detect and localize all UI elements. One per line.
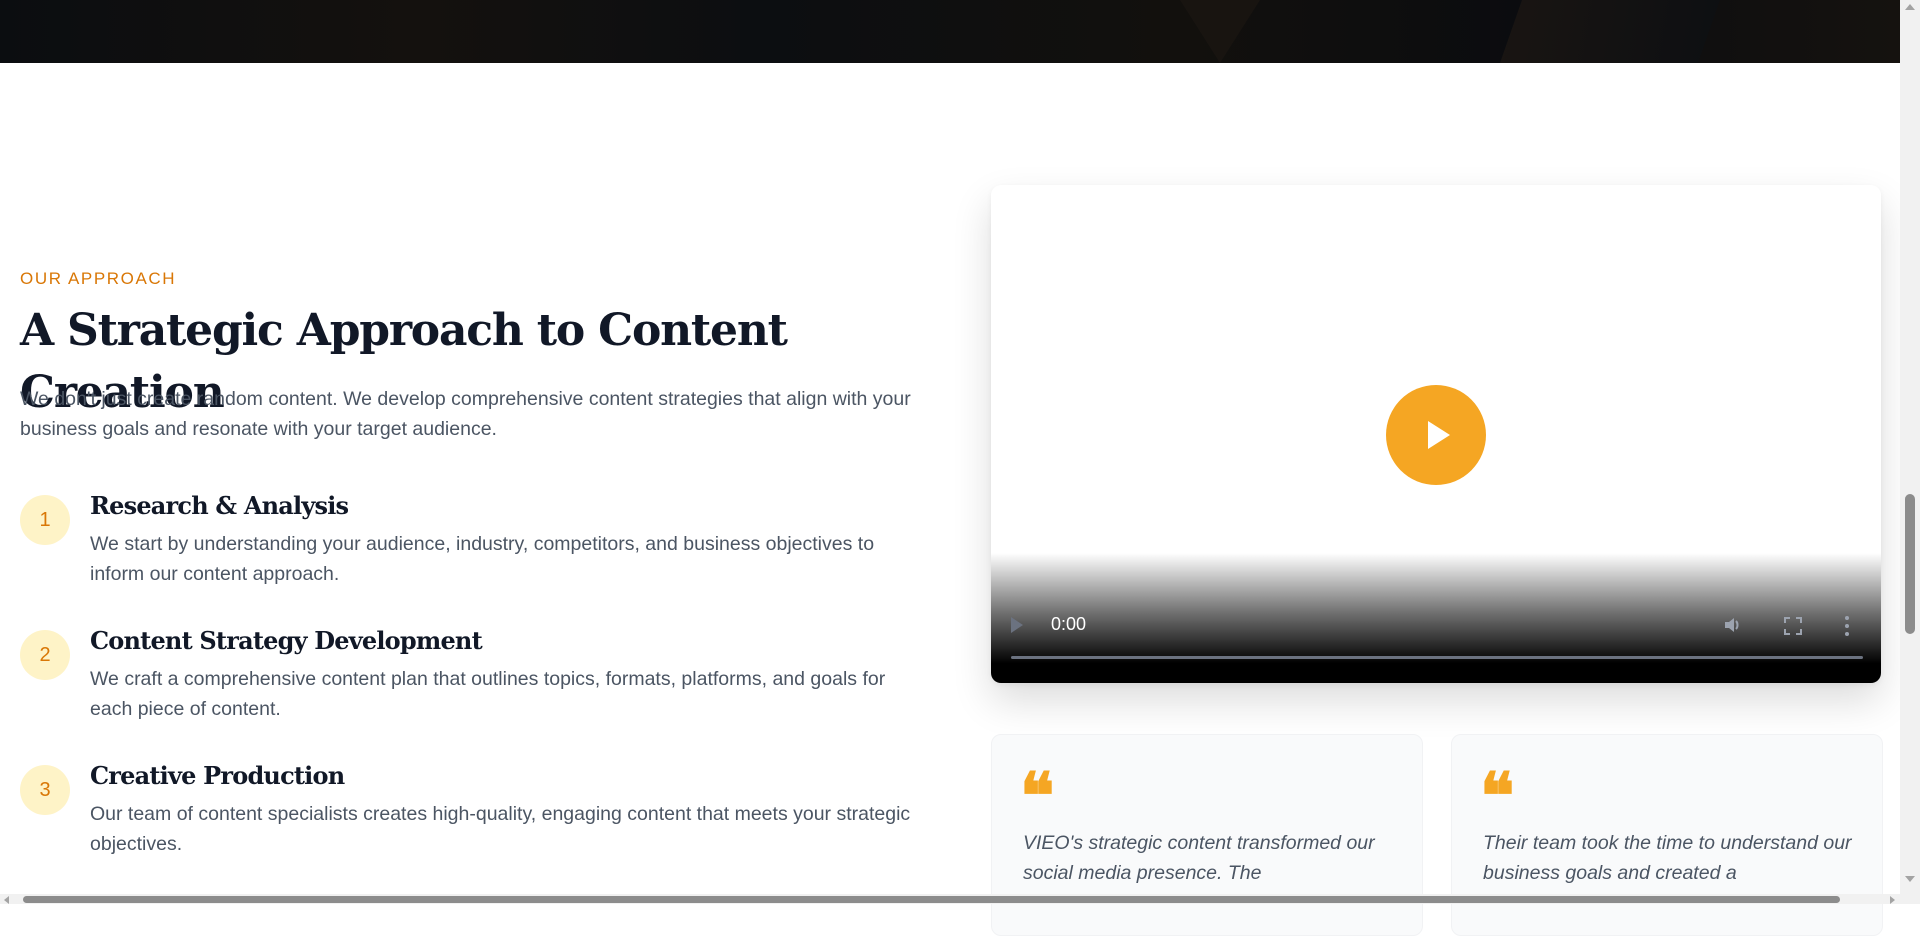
video-progress-bar[interactable]: [1011, 656, 1863, 659]
section-intro: We don't just create random content. We …: [20, 388, 911, 440]
scroll-up-icon[interactable]: [1905, 4, 1915, 10]
video-current-time: 0:00: [1051, 614, 1087, 634]
fullscreen-icon[interactable]: [1784, 617, 1802, 635]
step-number-badge: 1: [20, 495, 70, 545]
step-title: Research & Analysis: [90, 491, 349, 520]
step-description: We craft a comprehensive content plan th…: [90, 668, 886, 720]
play-icon: [1428, 421, 1450, 449]
testimonial-card: ❝ Their team took the time to understand…: [1451, 734, 1883, 936]
scroll-right-icon[interactable]: [1890, 896, 1895, 904]
testimonial-card: ❝ VIEO's strategic content transformed o…: [991, 734, 1423, 936]
volume-icon[interactable]: [1722, 615, 1742, 635]
scrollbar-thumb[interactable]: [23, 896, 1840, 903]
step-number-badge: 3: [20, 765, 70, 815]
step-title: Content Strategy Development: [90, 626, 483, 655]
vertical-scrollbar[interactable]: [1900, 0, 1920, 904]
step-description: We start by understanding your audience,…: [90, 533, 875, 585]
quote-icon: ❝: [1020, 759, 1055, 834]
scroll-left-icon[interactable]: [4, 896, 9, 904]
horizontal-scrollbar[interactable]: [0, 894, 1900, 904]
step-number-badge: 2: [20, 630, 70, 680]
hero-decor-shape: [1500, 0, 1720, 63]
video-play-button[interactable]: [1386, 385, 1486, 485]
scroll-down-icon[interactable]: [1905, 876, 1915, 882]
scrollbar-thumb[interactable]: [1905, 494, 1915, 634]
hero-banner-bottom: [0, 0, 1900, 63]
video-player[interactable]: 0:00: [991, 185, 1881, 683]
step-title: Creative Production: [90, 761, 345, 790]
video-controls-bar: 0:00: [991, 553, 1881, 683]
testimonial-text: VIEO's strategic content transformed our…: [1023, 832, 1375, 884]
section-eyebrow: OUR APPROACH: [20, 269, 177, 288]
quote-icon: ❝: [1480, 759, 1515, 834]
testimonial-text: Their team took the time to understand o…: [1483, 832, 1852, 884]
controls-play-icon[interactable]: [1011, 617, 1023, 633]
step-description: Our team of content specialists creates …: [90, 803, 911, 855]
more-options-icon[interactable]: [1844, 616, 1850, 636]
hero-decor-shape: [1180, 0, 1260, 63]
